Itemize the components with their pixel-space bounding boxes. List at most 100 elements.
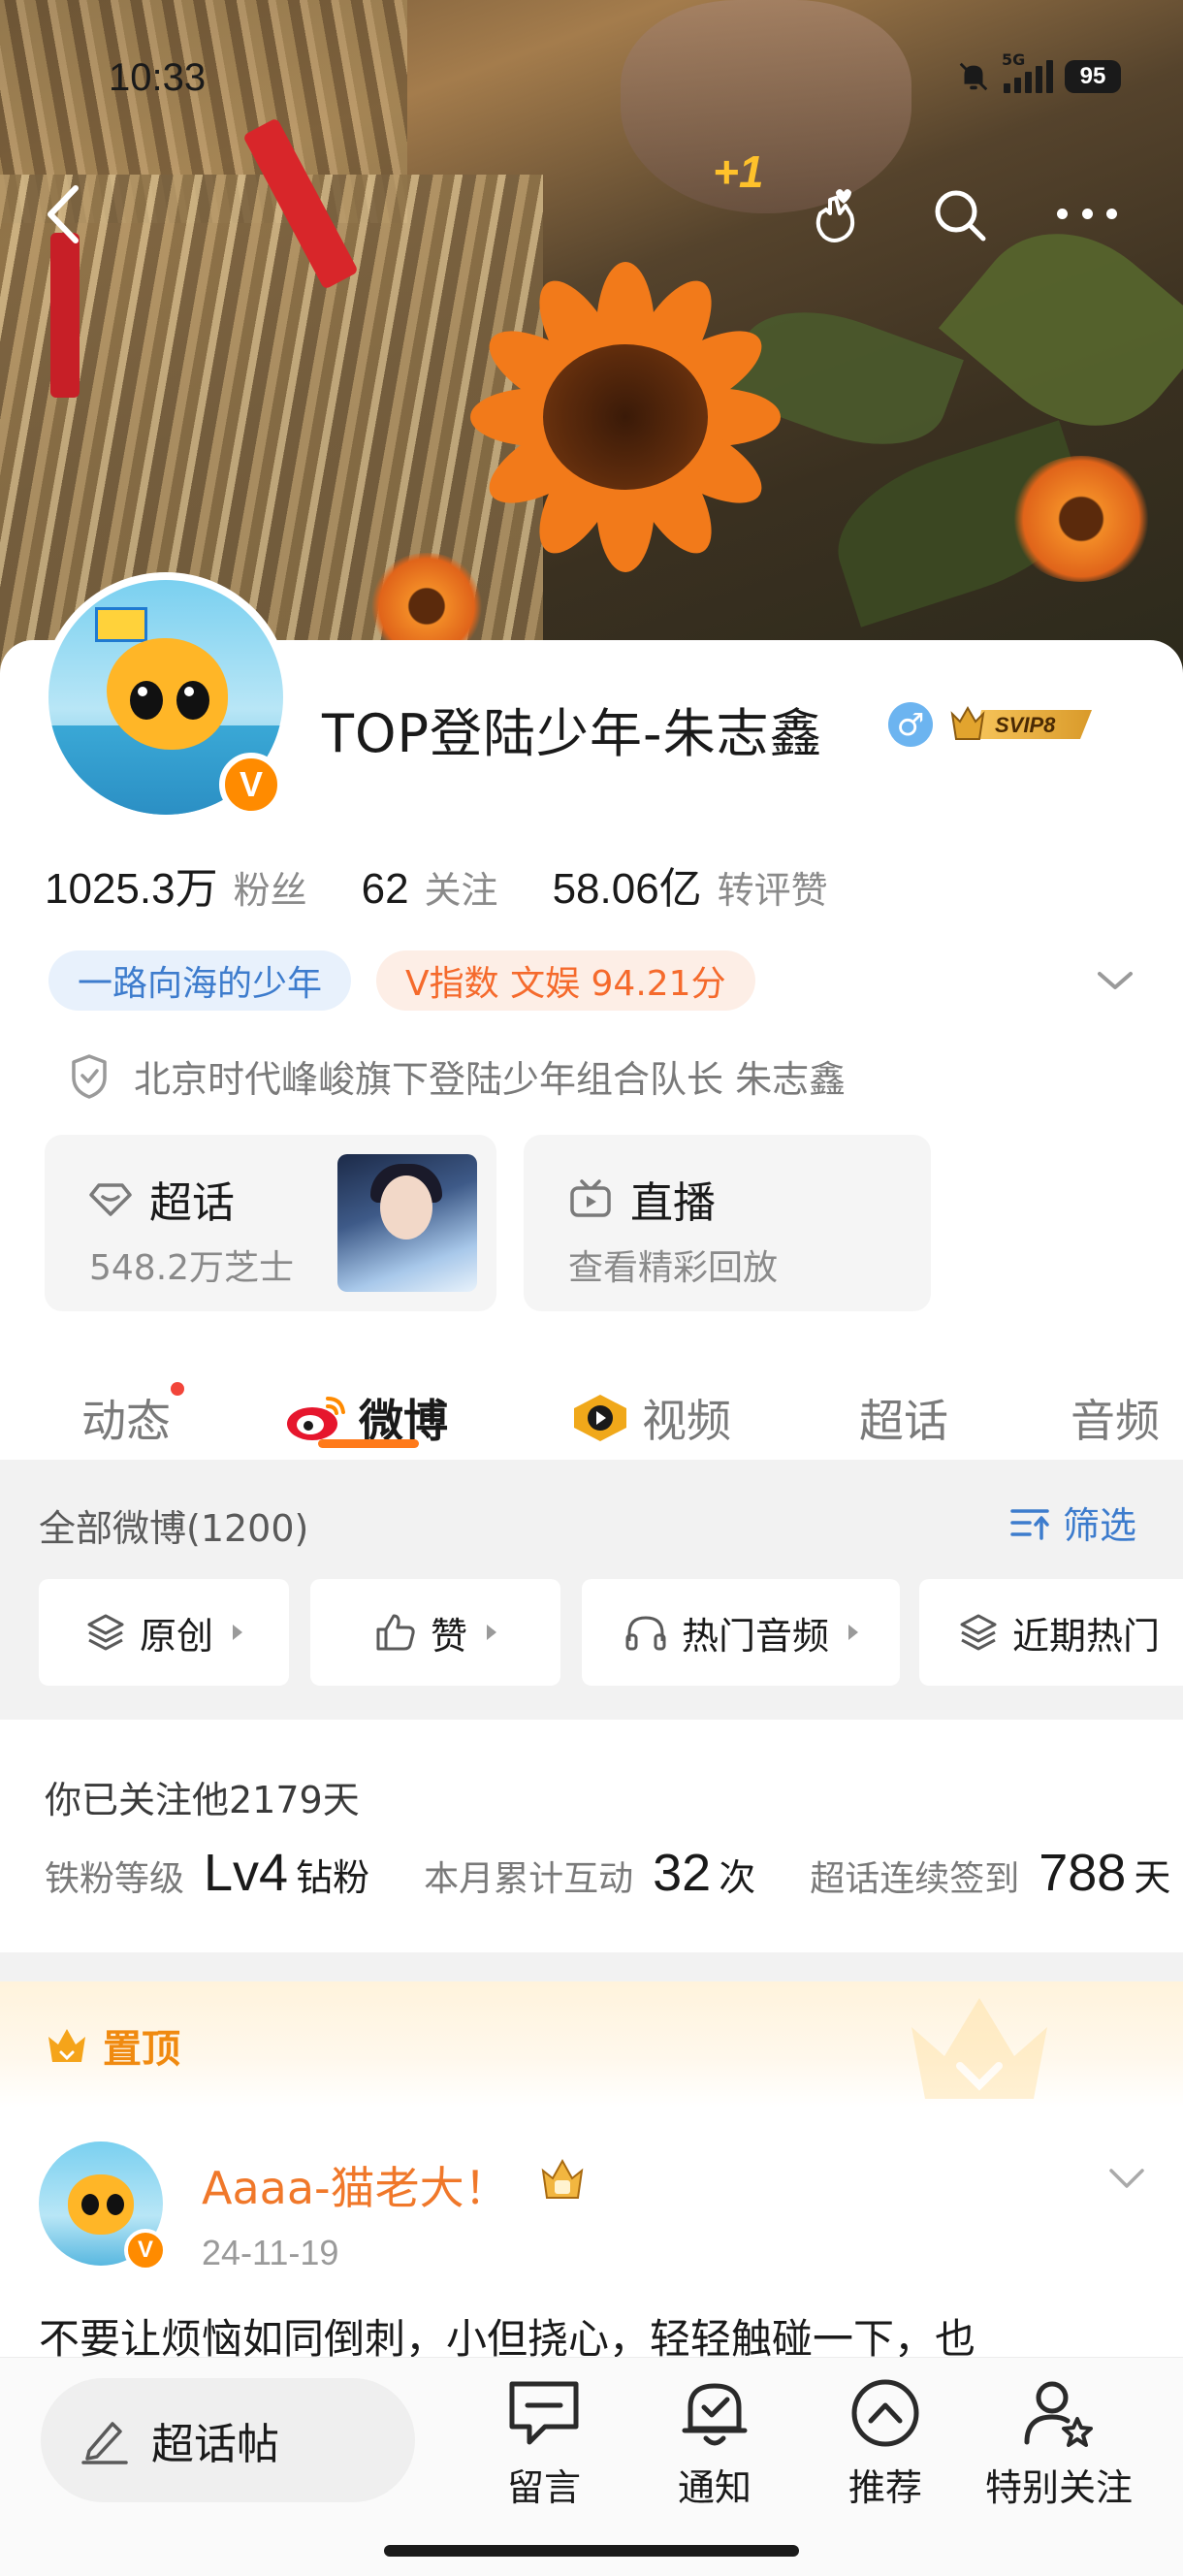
profile-tabs: 动态 微博 视频 超话 音频 <box>0 1353 1183 1460</box>
tab-label: 视频 <box>642 1395 731 1447</box>
stat-followers[interactable]: 1025.3万 粉丝 <box>45 853 307 916</box>
chip-label: 原创 <box>139 1614 213 1658</box>
cell-signal-icon: 5G <box>1002 50 1053 93</box>
chip-hot-audio[interactable]: 热门音频 <box>582 1579 900 1686</box>
fan-level-unit: 钻粉 <box>296 1856 370 1899</box>
fan-crown-icon <box>541 2158 584 2199</box>
post-author-name[interactable]: Aaaa-猫老大！ <box>202 2153 509 2217</box>
network-type: 5G <box>1002 50 1026 69</box>
fan-level-value: Lv4 <box>204 1844 289 1902</box>
chip-label: 热门音频 <box>681 1614 829 1658</box>
search-icon[interactable] <box>931 186 989 244</box>
chip-label: 近期热门 <box>1012 1614 1161 1658</box>
live-title-label: 直播 <box>630 1178 716 1228</box>
recommend-button[interactable]: 推荐 <box>813 2374 958 2511</box>
like-plus-one: +1 <box>713 146 764 197</box>
cover-small-flower <box>1008 456 1154 582</box>
special-follow-button[interactable]: 特别关注 <box>981 2374 1136 2511</box>
pencil-icon <box>81 2422 128 2464</box>
diamond-icon <box>89 1183 132 1216</box>
notify-button[interactable]: 通知 <box>642 2374 787 2511</box>
compose-label: 超话帖 <box>151 2420 279 2469</box>
all-weibo-count: 全部微博(1200) <box>39 1507 309 1550</box>
stat-value: 62 <box>361 865 409 913</box>
cover-sunflower <box>436 252 805 582</box>
chip-label: 赞 <box>430 1614 467 1658</box>
tab-dynamics[interactable]: 动态 <box>81 1382 184 1450</box>
crown-icon <box>48 2029 85 2062</box>
tag-pill[interactable]: 一路向海的少年 <box>48 950 352 1011</box>
post-menu-chevron-icon[interactable] <box>1105 2165 1148 2192</box>
tab-label: 超话 <box>859 1395 948 1447</box>
tab-video[interactable]: 视频 <box>570 1386 731 1450</box>
home-indicator[interactable] <box>384 2545 799 2557</box>
chevron-down-icon[interactable] <box>1094 966 1136 995</box>
svip-badge[interactable]: SVIP8 <box>946 702 1100 747</box>
verified-v-badge: V <box>219 753 283 817</box>
crown-watermark-icon <box>911 1998 1047 2099</box>
filter-button[interactable]: 筛选 <box>1008 1496 1136 1549</box>
section-divider <box>0 1952 1183 1981</box>
stat-label: 粉丝 <box>233 869 307 912</box>
stat-label: 关注 <box>424 869 498 912</box>
comment-label: 留言 <box>506 2466 581 2509</box>
chaohua-title: 超话 <box>89 1168 235 1230</box>
post-text[interactable]: 不要让烦恼如同倒刺，小但挠心，轻轻触碰一下，也 <box>39 2306 1183 2357</box>
chaohua-thumbnail <box>337 1154 477 1292</box>
status-icons: 5G 95 <box>955 50 1121 95</box>
heart-hand-icon[interactable] <box>807 184 861 246</box>
tab-audio[interactable]: 音频 <box>1071 1386 1160 1450</box>
live-tile[interactable]: 直播 查看精彩回放 <box>524 1135 931 1311</box>
chaohua-subtitle: 548.2万芝士 <box>89 1248 295 1288</box>
tv-icon <box>570 1179 611 1217</box>
chaohua-tile[interactable]: 超话 548.2万芝士 <box>45 1135 496 1311</box>
recommend-label: 推荐 <box>847 2466 922 2509</box>
special-follow-label: 特别关注 <box>984 2466 1133 2509</box>
verification-text: 北京时代峰峻旗下登陆少年组合队长 朱志鑫 <box>134 1058 847 1101</box>
battery-level: 95 <box>1065 60 1121 93</box>
compose-chaohua-post[interactable]: 超话帖 <box>41 2378 415 2502</box>
bell-check-icon <box>682 2383 748 2446</box>
pinned-label: 置顶 <box>45 2017 180 2074</box>
profile-name: TOP登陆少年-朱志鑫 <box>322 703 823 764</box>
checkin-unit: 天 <box>1134 1856 1171 1899</box>
caret-right-icon <box>848 1625 858 1640</box>
stat-value: 58.06亿 <box>552 865 702 913</box>
follow-days: 你已关注他2179天 <box>45 1779 360 1821</box>
fan-stats-row[interactable]: 铁粉等级 Lv4 钻粉 本月累计互动 32 次 超话连续签到 788 天 <box>45 1843 1183 1903</box>
checkin-label: 超话连续签到 <box>810 1859 1020 1899</box>
chevron-up-circle-icon <box>851 2379 919 2447</box>
interaction-value: 32 <box>653 1844 712 1902</box>
v-index-pill[interactable]: V指数 文娱 94.21分 <box>376 950 755 1011</box>
chip-likes[interactable]: 赞 <box>310 1579 560 1686</box>
verification-info: 北京时代峰峻旗下登陆少年组合队长 朱志鑫 <box>68 1049 846 1103</box>
video-badge-icon <box>574 1395 626 1441</box>
chip-recent-hot[interactable]: 近期热门 <box>919 1579 1183 1686</box>
chip-original[interactable]: 原创 <box>39 1579 289 1686</box>
stat-following[interactable]: 62 关注 <box>362 860 498 914</box>
more-icon[interactable] <box>1057 199 1117 228</box>
active-tab-indicator <box>318 1439 419 1448</box>
thumbs-up-icon <box>376 1614 415 1651</box>
back-arrow-icon[interactable] <box>39 180 87 248</box>
chaohua-title-label: 超话 <box>149 1178 235 1228</box>
pinned-text: 置顶 <box>103 2027 180 2072</box>
status-time: 10:33 <box>109 56 207 99</box>
tab-label: 音频 <box>1071 1395 1160 1447</box>
filter-label: 筛选 <box>1063 1504 1137 1547</box>
checkin-value: 788 <box>1039 1844 1127 1902</box>
stat-engagement[interactable]: 58.06亿 转评赞 <box>553 853 828 916</box>
comment-button[interactable]: 留言 <box>471 2374 617 2511</box>
caret-right-icon <box>233 1625 242 1640</box>
notify-label: 通知 <box>677 2466 751 2509</box>
user-star-icon <box>1024 2381 1093 2447</box>
headphones-icon <box>625 1616 666 1651</box>
male-gender-icon: ♂ <box>888 702 933 747</box>
layers-icon <box>960 1614 997 1651</box>
tab-label: 动态 <box>81 1395 171 1447</box>
tab-chaohua[interactable]: 超话 <box>859 1386 948 1450</box>
filter-icon <box>1010 1508 1049 1540</box>
comment-icon <box>509 2381 579 2445</box>
profile-tags: 一路向海的少年 V指数 文娱 94.21分 <box>48 950 755 1011</box>
interaction-unit: 次 <box>719 1856 756 1899</box>
